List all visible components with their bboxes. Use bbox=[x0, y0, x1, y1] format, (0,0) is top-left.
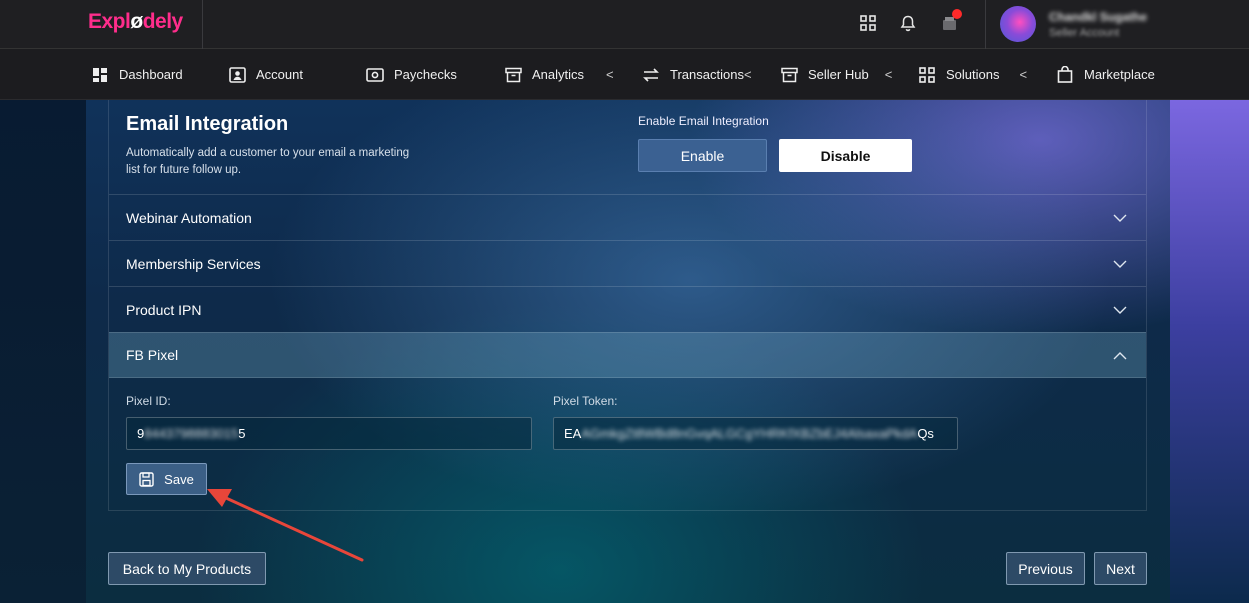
nav-label-solutions: Solutions bbox=[946, 67, 1000, 82]
avatar[interactable] bbox=[1000, 6, 1036, 42]
chevron-left-icon[interactable]: < bbox=[885, 67, 893, 82]
transactions-icon bbox=[642, 66, 660, 84]
shopping-bag-icon bbox=[1056, 66, 1074, 84]
nav-label-transactions: Transactions bbox=[670, 67, 744, 82]
save-button[interactable]: Save bbox=[126, 463, 207, 495]
pixel-token-value-redacted: AGmkgZt8WBd8nGvqALGCgYHRKfXBZbEJ4AlsaxaP… bbox=[581, 426, 918, 441]
accordion-label: Product IPN bbox=[126, 301, 202, 318]
pixel-token-value-end: Qs bbox=[917, 426, 934, 441]
apps-grid-icon[interactable] bbox=[858, 13, 878, 33]
nav-item-transactions[interactable]: Transactions < bbox=[642, 49, 752, 100]
analytics-icon bbox=[504, 66, 522, 84]
chevron-left-icon[interactable]: < bbox=[1019, 67, 1027, 82]
next-button[interactable]: Next bbox=[1094, 552, 1147, 585]
chevron-down-icon bbox=[1113, 306, 1127, 314]
nav-item-marketplace[interactable]: Marketplace bbox=[1056, 49, 1155, 100]
nav-label-paychecks: Paychecks bbox=[394, 67, 457, 82]
save-icon bbox=[139, 471, 154, 487]
nav-item-dashboard[interactable]: Dashboard bbox=[91, 49, 183, 100]
disable-button[interactable]: Disable bbox=[779, 139, 912, 172]
user-name[interactable]: Chandkl Sugathe bbox=[1049, 10, 1147, 24]
chevron-left-icon[interactable]: < bbox=[744, 67, 752, 82]
section-title: Email Integration bbox=[126, 113, 289, 135]
nav-label-analytics: Analytics bbox=[532, 67, 585, 82]
chevron-down-icon bbox=[1113, 214, 1127, 222]
save-label: Save bbox=[164, 471, 194, 487]
logo-area: Explødely bbox=[0, 0, 203, 49]
chevron-up-icon bbox=[1113, 352, 1127, 360]
back-to-products-button[interactable]: Back to My Products bbox=[108, 552, 266, 585]
accordion-fb-pixel[interactable]: FB Pixel bbox=[109, 332, 1146, 378]
nav-item-seller-hub[interactable]: Seller Hub < bbox=[780, 49, 892, 100]
nav-item-account[interactable]: Account bbox=[228, 49, 303, 100]
chevron-left-icon[interactable]: < bbox=[606, 67, 614, 82]
app-logo[interactable]: Explødely bbox=[88, 10, 183, 34]
pixel-id-input[interactable]: 9 8443798883015 5 bbox=[126, 417, 532, 450]
notification-dot bbox=[952, 9, 962, 19]
accordion-label: Webinar Automation bbox=[126, 209, 252, 226]
right-gutter bbox=[1170, 100, 1249, 603]
main-nav: Dashboard Account Paychecks Analytics < … bbox=[0, 49, 1249, 100]
nav-item-analytics[interactable]: Analytics < bbox=[504, 49, 614, 100]
left-gutter bbox=[0, 100, 86, 603]
seller-hub-icon bbox=[780, 66, 798, 84]
cart-icon[interactable] bbox=[940, 9, 962, 33]
nav-label-account: Account bbox=[256, 67, 303, 82]
pixel-id-value-end: 5 bbox=[238, 426, 246, 441]
accordion-label: FB Pixel bbox=[126, 347, 179, 363]
previous-button[interactable]: Previous bbox=[1006, 552, 1085, 585]
dashboard-icon bbox=[91, 66, 109, 84]
top-bar: Explødely Chandkl Sugathe Seller Account bbox=[0, 0, 1249, 49]
accordion-product-ipn[interactable]: Product IPN bbox=[109, 286, 1146, 332]
chevron-down-icon bbox=[1113, 260, 1127, 268]
accordion-membership-services[interactable]: Membership Services bbox=[109, 240, 1146, 286]
pixel-id-value-redacted: 8443798883015 bbox=[144, 426, 239, 441]
logo-text-start: Expl bbox=[88, 10, 131, 33]
enable-email-integration-label: Enable Email Integration bbox=[638, 114, 769, 128]
accordion-label: Membership Services bbox=[126, 255, 261, 272]
logo-text-end: dely bbox=[142, 10, 184, 33]
pixel-id-label: Pixel ID: bbox=[126, 394, 171, 408]
pixel-token-value-start: EA bbox=[564, 426, 582, 441]
paychecks-icon bbox=[366, 66, 384, 84]
accordion-webinar-automation[interactable]: Webinar Automation bbox=[109, 194, 1146, 240]
nav-item-solutions[interactable]: Solutions < bbox=[918, 49, 1027, 100]
nav-label-marketplace: Marketplace bbox=[1084, 67, 1155, 82]
pixel-token-label: Pixel Token: bbox=[553, 394, 618, 408]
bell-icon[interactable] bbox=[898, 13, 918, 33]
user-role: Seller Account bbox=[1049, 27, 1120, 39]
logo-text-mid: ø bbox=[130, 10, 143, 33]
pixel-token-input[interactable]: EA AGmkgZt8WBd8nGvqALGCgYHRKfXBZbEJ4Alsa… bbox=[553, 417, 958, 450]
nav-item-paychecks[interactable]: Paychecks bbox=[366, 49, 457, 100]
enable-button[interactable]: Enable bbox=[638, 139, 767, 172]
pixel-id-value-start: 9 bbox=[137, 426, 145, 441]
solutions-icon bbox=[918, 66, 936, 84]
header-divider bbox=[985, 0, 986, 49]
nav-label-dashboard: Dashboard bbox=[119, 67, 183, 82]
section-description: Automatically add a customer to your ema… bbox=[126, 147, 410, 176]
nav-label-seller-hub: Seller Hub bbox=[808, 67, 869, 82]
account-icon bbox=[228, 66, 246, 84]
